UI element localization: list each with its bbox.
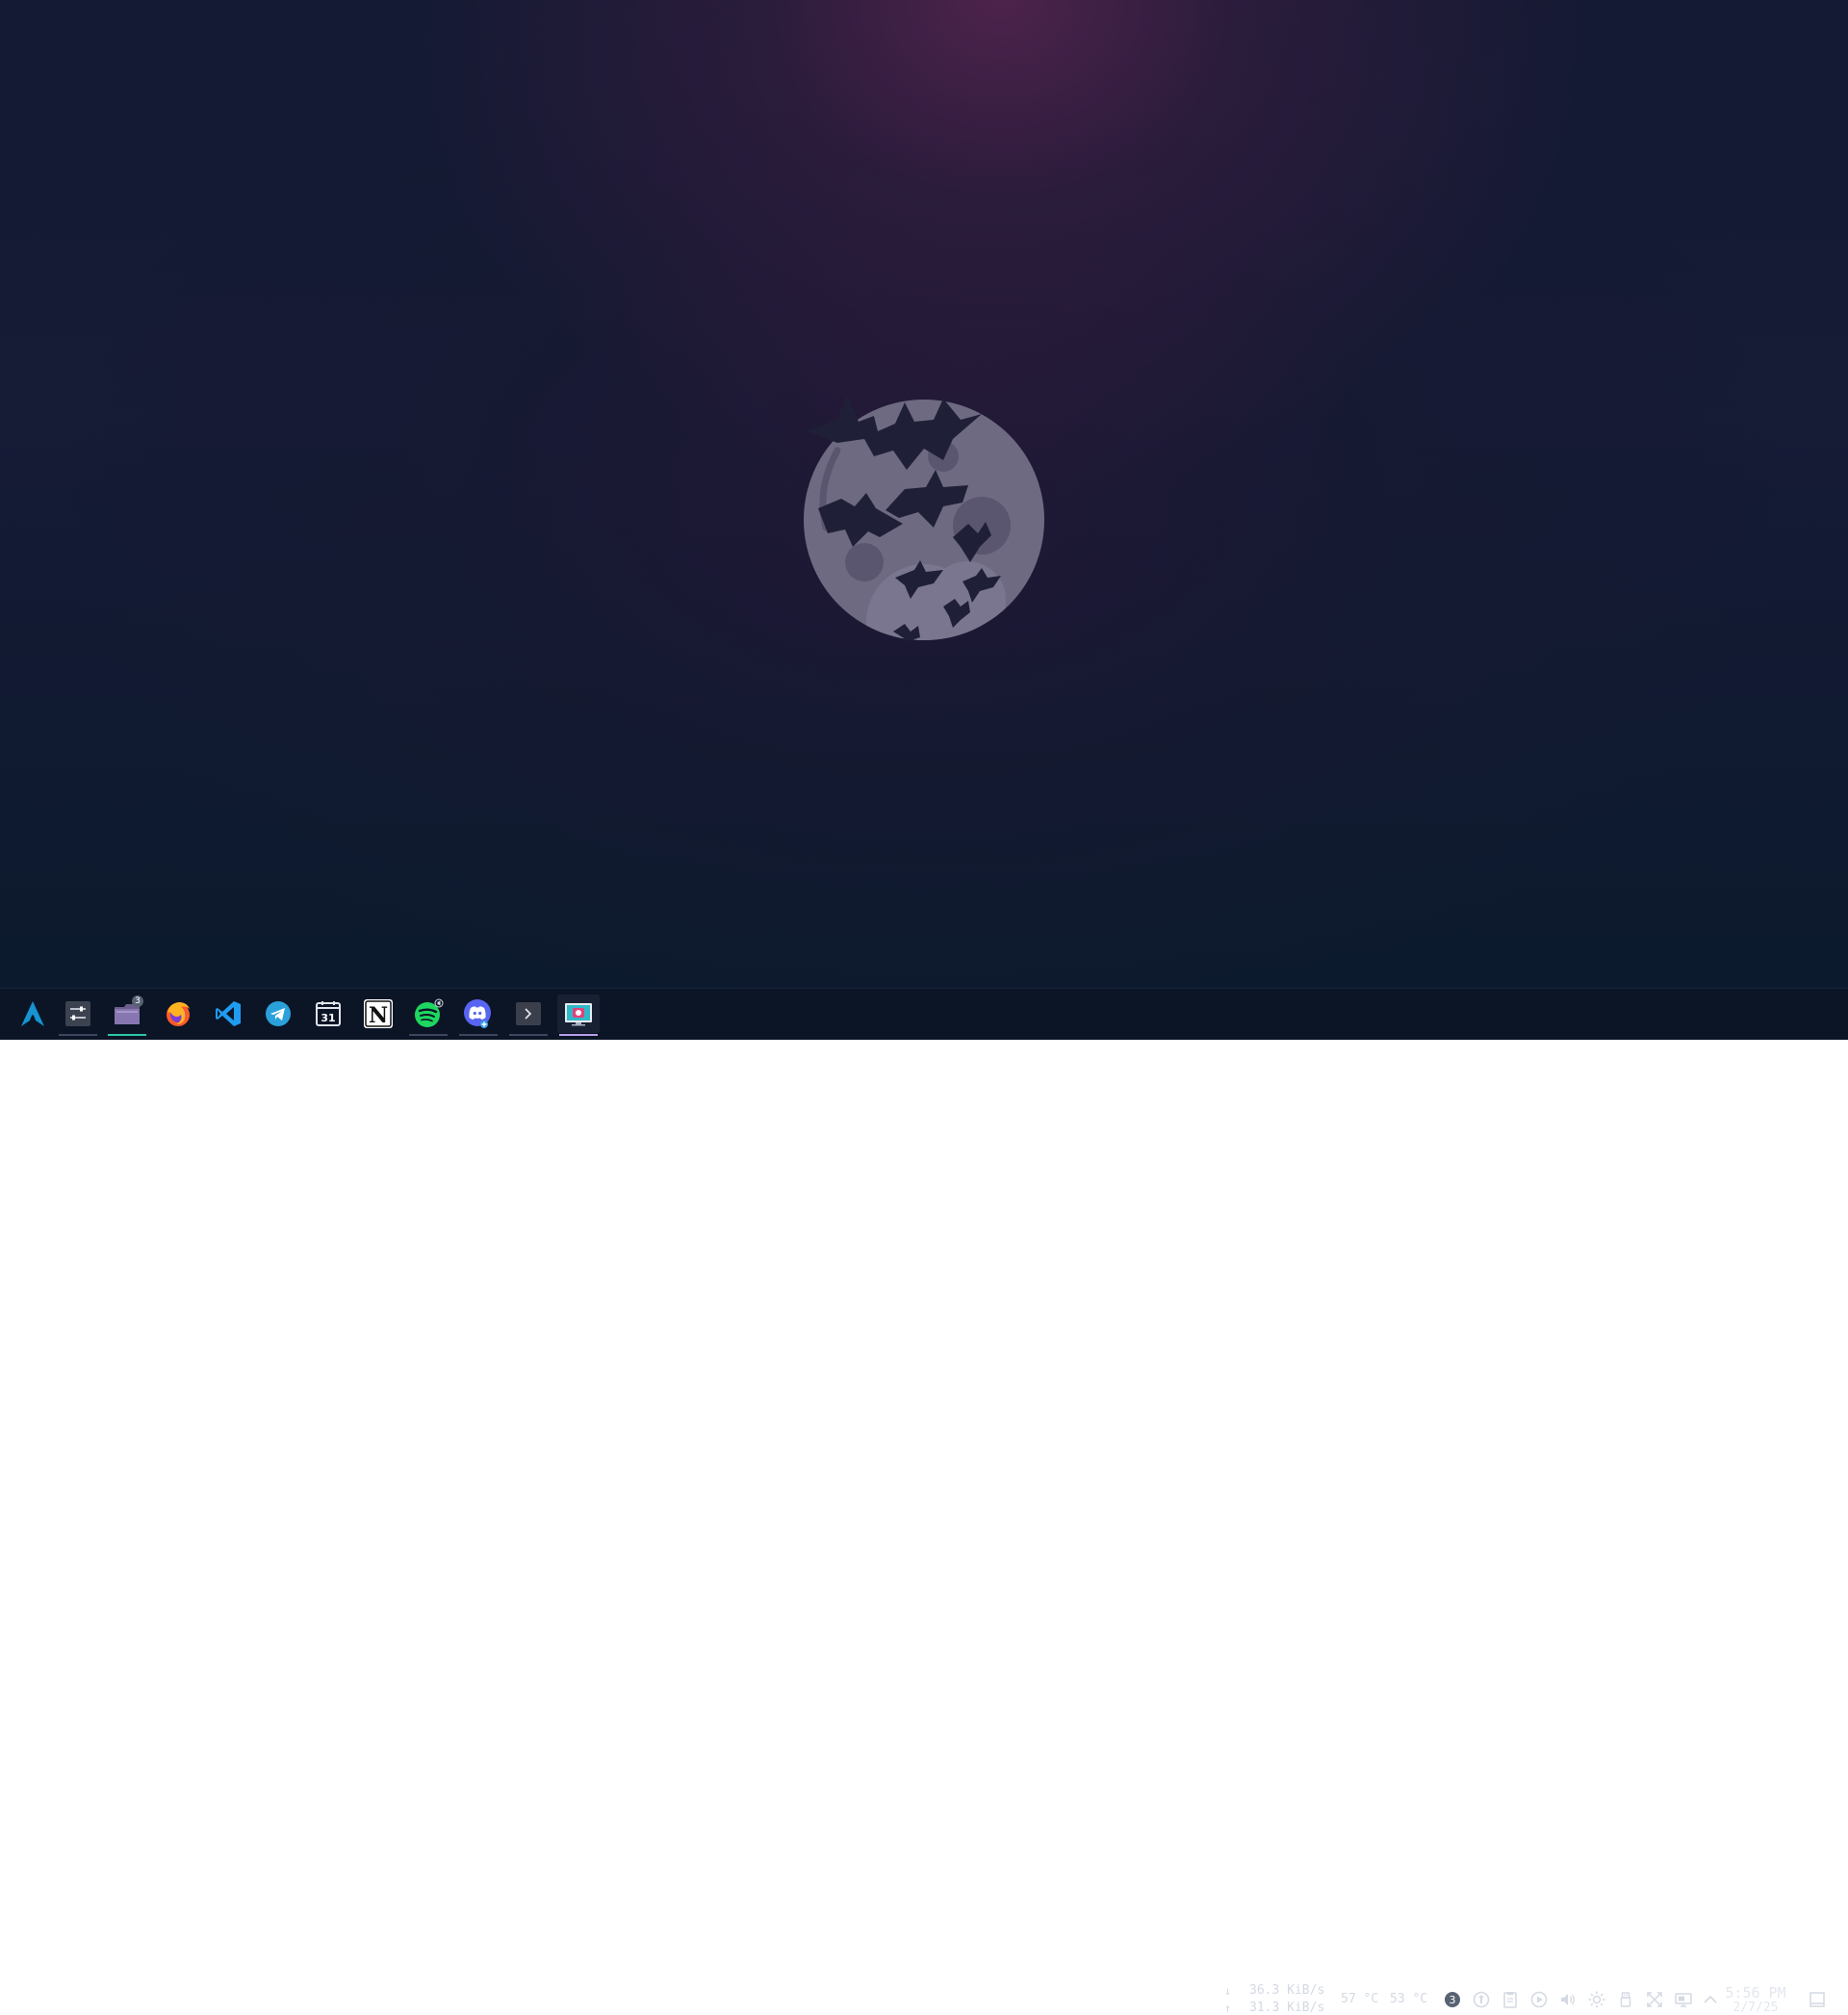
- taskbar-app-telegram[interactable]: [257, 995, 299, 1033]
- tray-notifications[interactable]: 3: [1442, 1989, 1463, 2010]
- telegram-icon: [266, 1001, 291, 1026]
- display-icon: [1675, 1993, 1692, 2007]
- clipboard-icon: [1503, 1992, 1517, 2008]
- taskbar: 3 31 N ↓ ↑ 36.3 KiB/s 31.3 KiB/s 57 °C 5…: [0, 988, 1848, 2015]
- vscode-icon: [216, 1001, 241, 1026]
- running-indicator: [409, 1034, 448, 1036]
- taskbar-app-spotify[interactable]: [407, 995, 449, 1036]
- terminal-icon: [516, 1002, 541, 1025]
- gpu-temperature[interactable]: 53 °C: [1390, 1992, 1427, 2006]
- running-indicator: [59, 1034, 97, 1036]
- volume-icon: [1561, 1994, 1575, 2005]
- arch-linux-icon: [21, 1001, 44, 1026]
- application-launcher[interactable]: [12, 995, 54, 1033]
- taskbar-app-notion[interactable]: N: [357, 995, 399, 1033]
- tray-volume[interactable]: [1557, 1989, 1578, 2010]
- tray-expand-button[interactable]: [1700, 1989, 1721, 2010]
- taskbar-app-discord[interactable]: [457, 995, 500, 1036]
- calendar-day-label: 31: [321, 1012, 335, 1024]
- notion-icon: N: [364, 999, 393, 1028]
- tray-kde-connect[interactable]: [1644, 1989, 1665, 2010]
- vpn-icon: [1473, 1991, 1490, 2008]
- expand-tray-icon: [1704, 1995, 1717, 2003]
- tray-media-player[interactable]: [1528, 1989, 1550, 2010]
- show-desktop-icon: [1810, 1992, 1825, 2007]
- tray-clipboard[interactable]: [1500, 1989, 1521, 2010]
- taskbar-app-system-settings[interactable]: [57, 995, 99, 1036]
- clock-date[interactable]: 2/7/25: [1719, 2001, 1792, 2015]
- net-up-arrow: ↑: [1224, 2002, 1232, 2015]
- running-indicator: [509, 1034, 548, 1036]
- network-upload-speed[interactable]: 31.3 KiB/s: [1249, 2001, 1324, 2015]
- usb-icon: [1620, 1992, 1631, 2007]
- firefox-icon: [167, 1002, 190, 1026]
- kde-connect-icon: [1647, 1992, 1662, 2007]
- tray-display[interactable]: [1673, 1989, 1694, 2010]
- discord-icon: [464, 999, 491, 1028]
- running-indicator: [459, 1034, 498, 1036]
- spotify-icon: [415, 998, 444, 1027]
- taskbar-app-calendar[interactable]: 31: [307, 995, 349, 1033]
- running-indicator: [108, 1034, 146, 1036]
- net-down-arrow: ↓: [1224, 1984, 1232, 1998]
- tray-usb-devices[interactable]: [1615, 1989, 1636, 2010]
- brightness-icon: [1588, 1991, 1605, 2008]
- taskbar-app-firefox[interactable]: [157, 995, 199, 1033]
- tray-brightness[interactable]: [1586, 1989, 1607, 2010]
- tray-vpn[interactable]: [1471, 1989, 1492, 2010]
- screenshot-icon: [565, 1003, 592, 1026]
- running-indicator: [559, 1034, 598, 1036]
- notification-badge: 3: [132, 995, 143, 1007]
- notifications-icon: 3: [1445, 1992, 1460, 2007]
- network-download-speed[interactable]: 36.3 KiB/s: [1249, 1983, 1324, 1998]
- calendar-icon: 31: [316, 1001, 341, 1026]
- taskbar-app-file-manager[interactable]: 3: [106, 995, 148, 1036]
- media-play-icon: [1530, 1991, 1548, 2008]
- clock-time[interactable]: 5:56 PM: [1719, 1984, 1792, 2002]
- settings-sliders-icon: [65, 1001, 90, 1026]
- notification-count: 3: [1450, 1994, 1456, 2006]
- moon-bats-logo: [804, 395, 1044, 641]
- taskbar-app-vscode[interactable]: [207, 995, 249, 1033]
- taskbar-app-screenshot-tool[interactable]: [557, 995, 600, 1036]
- cpu-temperature[interactable]: 57 °C: [1341, 1992, 1378, 2006]
- notion-letter: N: [369, 1003, 388, 1028]
- taskbar-app-terminal[interactable]: [507, 995, 550, 1036]
- show-desktop-button[interactable]: [1807, 1989, 1828, 2010]
- desktop-wallpaper: [0, 0, 1848, 1040]
